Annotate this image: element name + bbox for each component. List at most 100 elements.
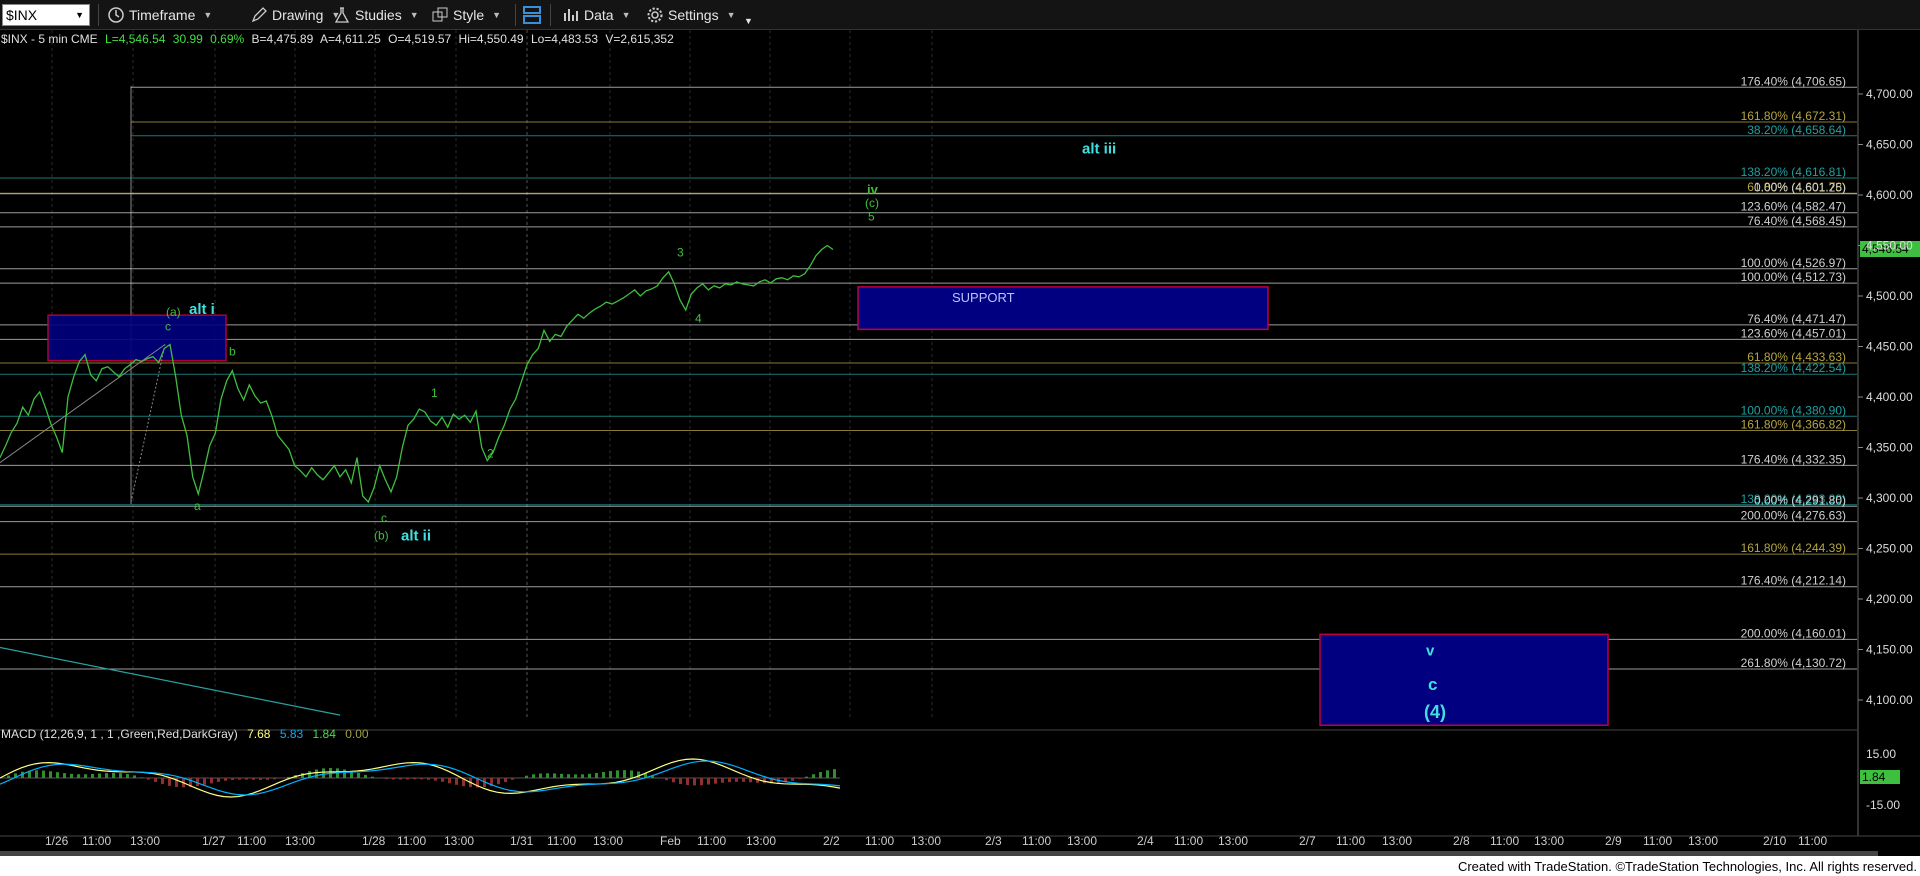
macd-hist-bar [119,773,122,778]
macd-hist-bar [203,778,206,785]
time-axis-label: 1/31 [510,834,534,848]
wave-label-5: 5 [868,209,875,223]
macd-hist-bar [714,778,717,784]
wave-label-alt-i: alt i [189,301,215,318]
time-axis-label: 13:00 [746,834,776,848]
bid-price: B=4,475.89 [251,32,314,46]
macd-hist-bar [581,774,584,778]
studies-label: Studies [355,7,402,23]
price-axis-label: 4,550.00 [1866,239,1913,253]
pct-change: 0.69% [210,32,245,46]
macd-hist-bar [665,778,668,781]
pencil-icon [251,7,267,23]
time-axis-label: 1/26 [45,834,69,848]
macd-hist-bar [686,778,689,786]
toolbar-separator [550,4,551,26]
time-axis-label: Feb [660,834,681,848]
price-axis-label: 4,300.00 [1866,491,1913,505]
macd-hist-bar [224,778,227,781]
macd-hist-bar [133,775,136,778]
macd-hist-bar [266,778,269,780]
fib-level-label: 176.40% (4,212.14) [1741,574,1846,588]
macd-hist-bar [728,778,731,783]
time-axis-label: 13:00 [1067,834,1097,848]
macd-hist-bar [700,778,703,786]
macd-hist-bar [343,769,346,778]
wave-label-c-big: c [1428,675,1437,694]
macd-hist-bar [42,770,45,778]
settings-button[interactable]: Settings ▼ [646,4,736,26]
time-axis-label: 13:00 [444,834,474,848]
data-button[interactable]: Data ▼ [562,4,631,26]
studies-button[interactable]: Studies ▼ [333,4,419,26]
time-axis-label: 11:00 [547,834,576,848]
time-axis-label: 2/8 [1453,834,1470,848]
macd-hist-bar [168,778,171,786]
timeframe-button[interactable]: Timeframe ▼ [107,4,212,26]
macd-hist-bar [791,778,794,781]
target-box [1319,633,1609,726]
wave-label-4-paren: (4) [1424,702,1446,722]
time-axis-label: 11:00 [1336,834,1365,848]
macd-hist-bar [140,777,143,778]
time-axis-label: 1/28 [362,834,386,848]
macd-hist-bar [672,778,675,783]
time-axis-label: 2/9 [1605,834,1622,848]
macd-value: 7.68 [247,727,271,741]
macd-hist-bar [63,773,66,778]
symbol-info-line: $INX - 5 min CME L=4,546.54 30.99 0.69% … [1,32,678,46]
fib-level-label: 176.40% (4,706.65) [1741,74,1846,88]
macd-hist-bar [392,778,395,780]
fib-level-label: 38.20% (4,658.64) [1747,123,1846,137]
toolbar-overflow-icon[interactable]: ▼ [744,10,753,32]
time-axis-label: 13:00 [593,834,623,848]
macd-hist-bar [112,772,115,778]
layout-icon [523,6,541,24]
drawing-button[interactable]: Drawing ▼ [250,4,340,26]
price-axis-label: 4,600.00 [1866,188,1913,202]
macd-hist-bar [49,771,52,778]
macd-hist-bar [623,770,626,778]
wave-label-c-bottom: c [381,511,387,525]
symbol-input[interactable]: $INX ▼ [2,4,90,26]
chevron-down-icon: ▼ [492,10,502,20]
time-axis-label: 2/10 [1763,834,1787,848]
macd-hist-bar [273,778,276,780]
style-button[interactable]: Style ▼ [431,4,501,26]
macd-hist-bar [532,774,535,778]
macd-hist-bar [560,773,563,778]
fib-level-label: 123.60% (4,457.01) [1741,326,1846,340]
style-icon [432,7,448,22]
trend-line-dotted [130,344,166,503]
wave-label-4: 4 [695,311,702,325]
macd-hist-bar [805,776,808,778]
time-axis-label: 13:00 [911,834,941,848]
macd-hist-bar [91,773,94,778]
open-price: O=4,519.57 [388,32,452,46]
symbol-value: $INX [6,7,38,23]
macd-hist-bar [616,770,619,778]
fib-level-label: 123.60% (4,582.47) [1741,200,1846,214]
high-price: Hi=4,550.49 [458,32,524,46]
macd-last-tag-label: 1.84 [1862,770,1886,784]
macd-hist-bar [595,773,598,778]
time-axis-label: 11:00 [1798,834,1827,848]
macd-hist-bar [539,773,542,778]
support-label: SUPPORT [952,290,1015,305]
macd-hist-bar [147,778,150,780]
macd-hist-bar [504,778,507,783]
time-axis-label: 13:00 [285,834,315,848]
fib-level-label: 76.40% (4,471.47) [1747,312,1846,326]
layout-button[interactable] [522,4,542,26]
time-axis-label: 13:00 [130,834,160,848]
wave-label-3: 3 [677,246,684,260]
macd-hist-bar [553,773,556,778]
macd-hist-bar [322,768,325,778]
time-axis-label: 2/3 [985,834,1002,848]
symbol-dropdown-icon[interactable]: ▼ [75,10,84,20]
macd-hist-bar [679,778,682,785]
macd-hist-bar [385,778,388,780]
wave-label-alt-iii: alt iii [1082,141,1116,158]
macd-hist-bar [35,770,38,778]
macd-hist-bar [70,773,73,778]
